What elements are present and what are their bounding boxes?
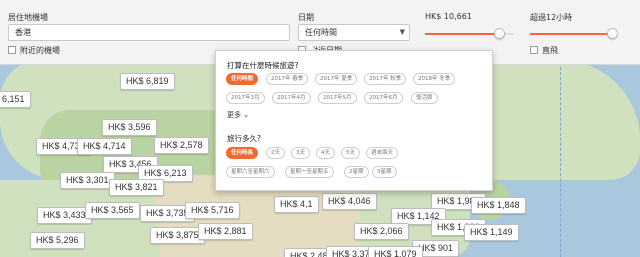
chip-2-weeks[interactable]: 2星期 xyxy=(344,166,369,178)
price-pin[interactable]: HK$ 6,819 xyxy=(120,73,175,90)
price-pin[interactable]: HK$ 4,714 xyxy=(77,138,132,155)
price-pin[interactable]: HK$ 5,296 xyxy=(30,232,85,249)
travel-time-title: 打算在什麼時候旅遊? xyxy=(227,61,299,70)
price-pin[interactable]: 6,151 xyxy=(0,91,31,108)
chip-3-days[interactable]: 3天 xyxy=(291,147,310,159)
price-pin[interactable]: HK$ 3,433 xyxy=(37,207,92,224)
chip-2017-summer[interactable]: 2017年 夏季 xyxy=(315,73,358,85)
chip-2017-march[interactable]: 2017年3月 xyxy=(226,92,265,104)
duration-slider-fill xyxy=(530,33,612,35)
chip-sat-to-sat[interactable]: 星期六至星期六 xyxy=(226,166,275,178)
chip-mon-to-fri[interactable]: 星期一至星期五 xyxy=(285,166,334,178)
duration-slider-handle[interactable] xyxy=(607,28,618,39)
price-filter-label: HK$ 10,661 xyxy=(425,12,472,21)
date-picker-popup: 打算在什麼時候旅遊? 任何時間 2017年 春季 2017年 夏季 2017年 … xyxy=(215,50,493,191)
duration-filter-label: 超過12小時 xyxy=(530,13,573,22)
chip-2-days[interactable]: 2天 xyxy=(266,147,285,159)
direct-flights-checkbox[interactable] xyxy=(530,46,538,54)
price-pin[interactable]: HK$ 1,149 xyxy=(464,224,519,241)
chip-2017-april[interactable]: 2017年4月 xyxy=(272,92,311,104)
price-pin[interactable]: HK$ 4,046 xyxy=(322,193,377,210)
chip-2017-june[interactable]: 2017年6月 xyxy=(364,92,403,104)
nearby-airports-label: 附近的機場 xyxy=(20,46,60,55)
chip-any-length[interactable]: 任何時長 xyxy=(226,147,259,159)
trip-length-title: 旅行多久? xyxy=(227,134,261,143)
chip-2017-may[interactable]: 2017年5月 xyxy=(318,92,357,104)
chevron-down-icon: ▼ xyxy=(399,28,405,36)
price-pin[interactable]: HK$ 2,578 xyxy=(154,137,209,154)
chip-weekend[interactable]: 週末兩天 xyxy=(366,147,399,159)
chip-5-days[interactable]: 5天 xyxy=(341,147,360,159)
date-label: 日期 xyxy=(298,13,314,22)
chevron-down-icon: ⌄ xyxy=(243,111,250,119)
nearby-airports-checkbox[interactable] xyxy=(8,46,16,54)
home-airport-label: 居住地機場 xyxy=(8,13,48,22)
chip-2018-winter[interactable]: 2018年 冬季 xyxy=(413,73,456,85)
date-value: 任何時間 xyxy=(305,28,337,37)
price-pin[interactable]: HK$ 2,066 xyxy=(354,223,409,240)
price-pin[interactable]: HK$ 3,875 xyxy=(150,227,205,244)
price-pin[interactable]: HK$ 1,848 xyxy=(471,197,526,214)
price-pin[interactable]: HK$ 2,881 xyxy=(198,223,253,240)
chip-2017-autumn[interactable]: 2017年 秋季 xyxy=(364,73,407,85)
chip-4-days[interactable]: 4天 xyxy=(316,147,335,159)
price-slider-fill xyxy=(425,33,499,35)
price-pin[interactable]: HK$ 4,1 xyxy=(274,196,319,213)
price-pin[interactable]: HK$ 5,716 xyxy=(185,202,240,219)
price-pin[interactable]: HK$ 3,821 xyxy=(109,179,164,196)
chip-2017-spring[interactable]: 2017年 春季 xyxy=(266,73,309,85)
date-select[interactable]: 任何時間 ▼ xyxy=(298,24,410,41)
chip-easter[interactable]: 復活節 xyxy=(411,92,438,104)
more-options-link[interactable]: 更多 ⌄ xyxy=(227,110,249,120)
more-label: 更多 xyxy=(227,111,241,119)
price-slider-handle[interactable] xyxy=(494,28,505,39)
price-pin[interactable]: HK$ 3,565 xyxy=(85,202,140,219)
date-line xyxy=(560,62,561,257)
direct-flights-label: 直飛 xyxy=(542,46,558,55)
chip-3-weeks[interactable]: 3星期 xyxy=(372,166,397,178)
home-airport-value: 香港 xyxy=(15,28,31,37)
price-pin[interactable]: HK$ 3,596 xyxy=(102,119,157,136)
price-pin[interactable]: HK$ 1,079 xyxy=(368,246,423,257)
home-airport-input[interactable]: 香港 xyxy=(8,24,290,41)
chip-any-time[interactable]: 任何時間 xyxy=(226,73,259,85)
price-pin[interactable]: HK$ 3,301 xyxy=(60,172,115,189)
